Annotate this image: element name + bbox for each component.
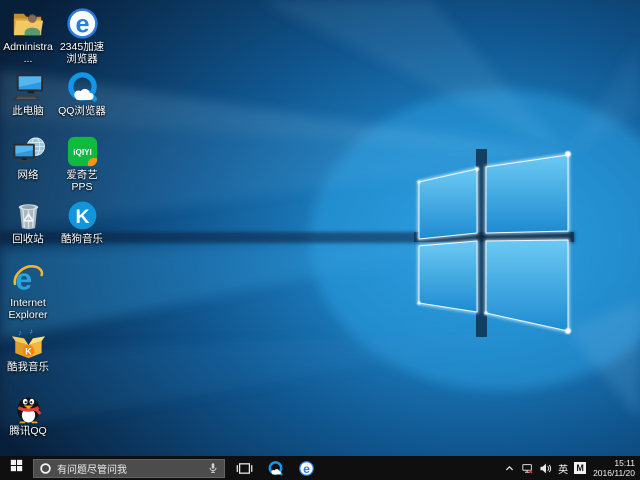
show-hidden-icons-button[interactable] [501, 456, 517, 480]
desktop-icon-2345-browser[interactable]: e 2345加速浏览器 [56, 4, 108, 68]
desktop-icon-administrator[interactable]: Administra... [2, 4, 54, 68]
svg-text:♪: ♪ [29, 328, 32, 335]
desktop-icon-label: 酷我音乐 [7, 362, 49, 374]
search-placeholder: 有问题尽管问我 [57, 461, 207, 476]
desktop-icon-label: 腾讯QQ [9, 426, 46, 438]
qqbrowser-icon [65, 70, 100, 105]
search-box[interactable]: 有问题尽管问我 [33, 459, 225, 478]
desktop-icon-kugou-music[interactable]: K 酷狗音乐 [56, 196, 108, 260]
desktop-icon-label: QQ浏览器 [58, 106, 106, 118]
desktop-icon-label: 网络 [18, 170, 39, 182]
desktop-icon-internet-explorer[interactable]: eInternet Explorer [2, 260, 54, 324]
desktop-icon-kuwo-music[interactable]: ♪ ♪ K 酷我音乐 [2, 324, 54, 388]
desktop-icons: Administra...此电脑网络回收站eInternet Explorer♪… [2, 4, 108, 452]
desktop-icon-label: 爱奇艺PPS [56, 170, 108, 194]
desktop-icon-label: 酷狗音乐 [61, 234, 103, 246]
2345-browser-button[interactable]: e [291, 456, 322, 480]
desktop-icon-label: 此电脑 [12, 106, 44, 118]
kuwo-icon: ♪ ♪ K [11, 326, 46, 361]
network-disconnected-icon [521, 462, 534, 475]
chevron-up-icon [503, 462, 516, 475]
microphone-icon[interactable] [207, 462, 219, 474]
kugou-icon: K [65, 198, 100, 233]
e2345-icon: e [298, 460, 315, 477]
qqbrowser-icon [267, 460, 284, 477]
qq-browser-button[interactable] [260, 456, 291, 480]
qq-icon [11, 390, 46, 425]
clock[interactable]: 15:11 2016/11/20 [589, 458, 640, 478]
desktop-icon-tencent-qq[interactable]: 腾讯QQ [2, 388, 54, 452]
desktop-icon-column-2: e 2345加速浏览器 QQ浏览器 iQIYI 爱奇艺PPS K 酷狗音乐 [56, 4, 108, 452]
taskbar: 有问题尽管问我 e 英 M 15:11 2016/11/20 [0, 456, 640, 480]
iqiyi-icon: iQIYI [65, 134, 100, 169]
desktop-icon-network[interactable]: 网络 [2, 132, 54, 196]
windows-start-icon [10, 459, 23, 477]
svg-text:e: e [303, 461, 310, 475]
input-language-indicator[interactable]: 英 [555, 456, 571, 480]
user-folder-icon [11, 6, 46, 41]
svg-text:♪: ♪ [17, 328, 21, 338]
desktop: Administra...此电脑网络回收站eInternet Explorer♪… [0, 0, 640, 456]
clock-date: 2016/11/20 [593, 468, 635, 478]
network-icon [11, 134, 46, 169]
desktop-icon-label: 回收站 [12, 234, 44, 246]
start-button[interactable] [0, 456, 33, 480]
desktop-icon-recycle-bin[interactable]: 回收站 [2, 196, 54, 260]
this-pc-icon [11, 70, 46, 105]
desktop-icon-label: Internet Explorer [2, 298, 54, 322]
desktop-icon-this-pc[interactable]: 此电脑 [2, 68, 54, 132]
recycle-bin-icon [11, 198, 46, 233]
task-view-icon [236, 460, 253, 477]
desktop-icon-iqiyi-pps[interactable]: iQIYI 爱奇艺PPS [56, 132, 108, 196]
e2345-icon: e [65, 6, 100, 41]
windows-hero-logo [419, 155, 568, 331]
speaker-icon [539, 462, 552, 475]
network-status-button[interactable] [519, 456, 535, 480]
system-tray: 英 M 15:11 2016/11/20 [501, 456, 640, 480]
clock-time: 15:11 [593, 458, 635, 468]
svg-text:K: K [75, 206, 89, 228]
volume-button[interactable] [537, 456, 553, 480]
ie-icon: e [11, 262, 46, 297]
svg-text:iQIYI: iQIYI [73, 148, 92, 157]
desktop-icon-label: 2345加速浏览器 [56, 42, 108, 66]
task-view-button[interactable] [229, 456, 260, 480]
cortana-icon [39, 462, 52, 475]
desktop-icon-qq-browser[interactable]: QQ浏览器 [56, 68, 108, 132]
svg-text:e: e [75, 11, 89, 39]
taskbar-buttons: e [229, 456, 322, 480]
desktop-icon-column-1: Administra...此电脑网络回收站eInternet Explorer♪… [2, 4, 54, 452]
desktop-icon-label: Administra... [2, 42, 54, 66]
ime-mode-badge[interactable]: M [574, 462, 586, 474]
svg-text:K: K [25, 346, 32, 356]
